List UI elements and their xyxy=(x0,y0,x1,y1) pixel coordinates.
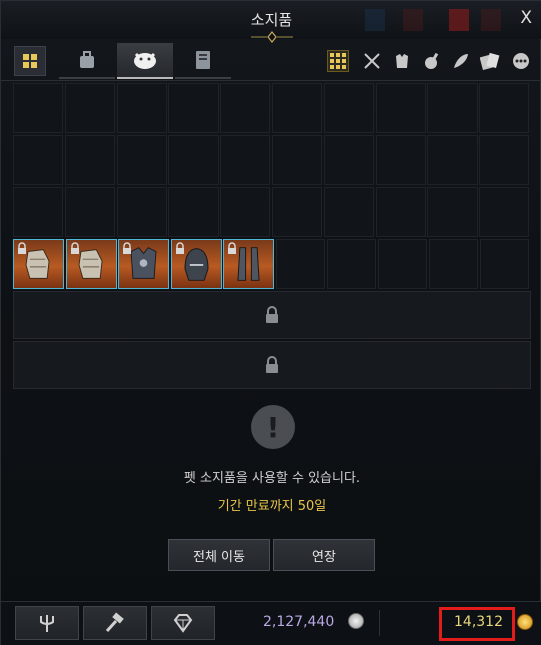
inventory-slot-empty[interactable] xyxy=(220,83,271,133)
inventory-row xyxy=(13,239,531,291)
inventory-window: 소지품 X ! 펫 소지품을 사용할 수 있습니다. 기간 만료까지 50일 전… xyxy=(0,0,541,645)
trident-icon xyxy=(40,615,54,632)
gold-coin-icon xyxy=(517,614,533,630)
inventory-row xyxy=(13,83,531,135)
item-lock-icon xyxy=(228,242,236,254)
inventory-slot-item[interactable] xyxy=(170,239,222,289)
inventory-slot-empty[interactable] xyxy=(271,83,323,133)
inventory-slot-empty[interactable] xyxy=(375,135,426,185)
inventory-slot-empty[interactable] xyxy=(375,83,426,133)
crossed-swords-icon xyxy=(364,53,380,69)
inventory-row xyxy=(13,187,531,239)
locked-slot-row[interactable] xyxy=(13,291,531,339)
inventory-slot-item[interactable] xyxy=(223,239,274,289)
filter-armor[interactable] xyxy=(391,50,413,72)
expiry-period: 기간 만료까지 50일 xyxy=(217,499,327,514)
armor-icon xyxy=(396,54,408,68)
inventory-slot-empty[interactable] xyxy=(64,135,116,185)
silver-coin-icon xyxy=(348,613,364,629)
hammer-button[interactable] xyxy=(83,606,147,640)
inventory-slot-empty[interactable] xyxy=(479,239,530,289)
bag-icon xyxy=(80,51,94,68)
inventory-slot-empty[interactable] xyxy=(271,187,323,237)
inventory-row xyxy=(13,135,531,187)
book-icon xyxy=(196,51,210,69)
tab-book[interactable] xyxy=(175,43,231,79)
filter-feather[interactable] xyxy=(450,50,472,72)
feather-icon xyxy=(454,54,468,68)
tab-pet[interactable] xyxy=(117,43,173,79)
inventory-slot-empty[interactable] xyxy=(479,135,530,185)
filter-weapons[interactable] xyxy=(361,50,383,72)
cards-icon xyxy=(480,52,500,70)
inventory-slot-empty[interactable] xyxy=(64,187,116,237)
inventory-slot-empty[interactable] xyxy=(323,83,375,133)
inventory-slot-empty[interactable] xyxy=(323,135,375,185)
move-all-button[interactable]: 전체 이동 xyxy=(168,539,270,571)
tab-bag[interactable] xyxy=(59,43,115,79)
inventory-grid xyxy=(13,83,531,291)
item-lock-icon xyxy=(123,242,131,254)
inventory-slot-empty[interactable] xyxy=(377,239,428,289)
inventory-slot-empty[interactable] xyxy=(13,187,64,237)
inventory-slot-empty[interactable] xyxy=(375,187,426,237)
grid-all-icon xyxy=(330,53,346,69)
item-lock-icon xyxy=(175,242,184,254)
inventory-slot-empty[interactable] xyxy=(428,239,479,289)
inventory-slot-empty[interactable] xyxy=(168,187,219,237)
item-lock-icon xyxy=(70,242,79,254)
potion-icon xyxy=(425,52,439,69)
inventory-slot-empty[interactable] xyxy=(64,83,116,133)
lock-icon xyxy=(266,306,278,323)
inventory-slot-empty[interactable] xyxy=(275,239,326,289)
window-title: 소지품 xyxy=(250,11,293,29)
inventory-slot-empty[interactable] xyxy=(168,83,219,133)
grid-view-toggle[interactable] xyxy=(14,46,46,76)
inventory-slot-empty[interactable] xyxy=(479,83,530,133)
divider xyxy=(379,610,380,636)
inventory-slot-empty[interactable] xyxy=(13,83,64,133)
gold-amount: 14,312 xyxy=(454,614,503,630)
inventory-slot-empty[interactable] xyxy=(326,239,377,289)
inventory-slot-empty[interactable] xyxy=(116,135,167,185)
pet-inventory-message: 펫 소지품을 사용할 수 있습니다. xyxy=(183,471,361,486)
inventory-slot-empty[interactable] xyxy=(323,187,375,237)
filter-all[interactable] xyxy=(327,50,349,72)
inventory-slot-item[interactable] xyxy=(13,239,64,289)
hammer-icon xyxy=(105,612,124,633)
pet-inventory-panel: ! 펫 소지품을 사용할 수 있습니다. 기간 만료까지 50일 전체 이동 연… xyxy=(13,393,531,601)
inventory-slot-item[interactable] xyxy=(118,239,169,289)
grid-view-icon xyxy=(23,54,37,68)
filter-potion[interactable] xyxy=(421,50,443,72)
inventory-slot-empty[interactable] xyxy=(13,135,64,185)
inventory-slot-empty[interactable] xyxy=(427,83,478,133)
silver-amount: 2,127,440 xyxy=(263,614,335,630)
title-bar[interactable]: 소지품 X xyxy=(1,1,541,43)
lock-icon xyxy=(266,356,278,373)
inventory-slot-empty[interactable] xyxy=(220,187,271,237)
gem-icon xyxy=(173,614,193,633)
filter-more[interactable] xyxy=(510,50,532,72)
inventory-slot-empty[interactable] xyxy=(116,187,167,237)
inventory-slot-empty[interactable] xyxy=(168,135,219,185)
inventory-slot-empty[interactable] xyxy=(479,187,530,237)
inventory-slot-empty[interactable] xyxy=(220,135,271,185)
pet-icon xyxy=(134,52,156,69)
bottom-bar: 2,127,440 14,312 xyxy=(1,601,541,645)
exclamation-icon: ! xyxy=(251,405,295,449)
locked-slot-row[interactable] xyxy=(13,341,531,389)
item-lock-icon xyxy=(18,242,26,254)
more-icon xyxy=(513,53,529,69)
extend-button[interactable]: 연장 xyxy=(273,539,375,571)
trident-button[interactable] xyxy=(15,606,79,640)
inventory-slot-empty[interactable] xyxy=(116,83,167,133)
filter-cards[interactable] xyxy=(479,50,501,72)
inventory-slot-empty[interactable] xyxy=(271,135,323,185)
tab-bar xyxy=(1,41,541,81)
inventory-slot-empty[interactable] xyxy=(427,135,478,185)
gem-button[interactable] xyxy=(151,606,215,640)
inventory-slot-empty[interactable] xyxy=(427,187,478,237)
close-button[interactable]: X xyxy=(520,8,532,28)
inventory-slot-item[interactable] xyxy=(65,239,117,289)
